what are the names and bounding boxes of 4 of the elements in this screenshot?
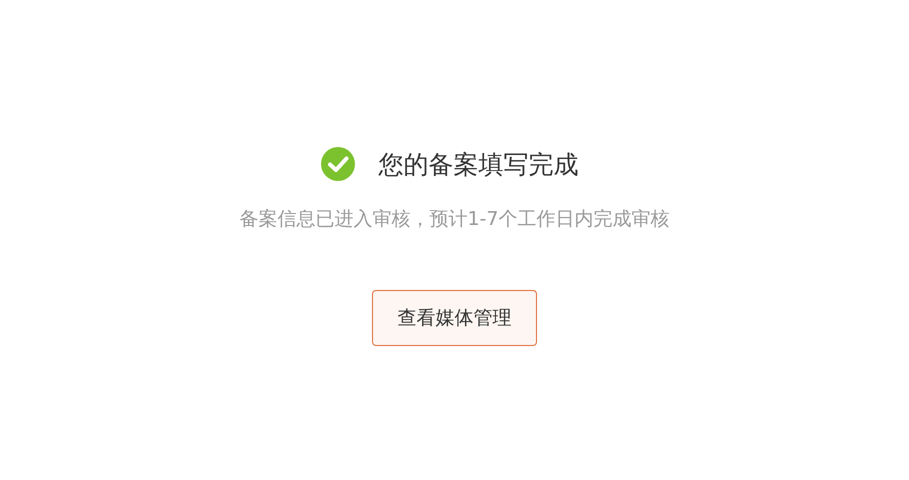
check-icon (320, 147, 354, 181)
view-media-button[interactable]: 查看媒体管理 (372, 290, 537, 346)
result-title: 您的备案填写完成 (378, 148, 578, 180)
result-message: 备案信息已进入审核，预计1-7个工作日内完成审核 (239, 207, 670, 232)
